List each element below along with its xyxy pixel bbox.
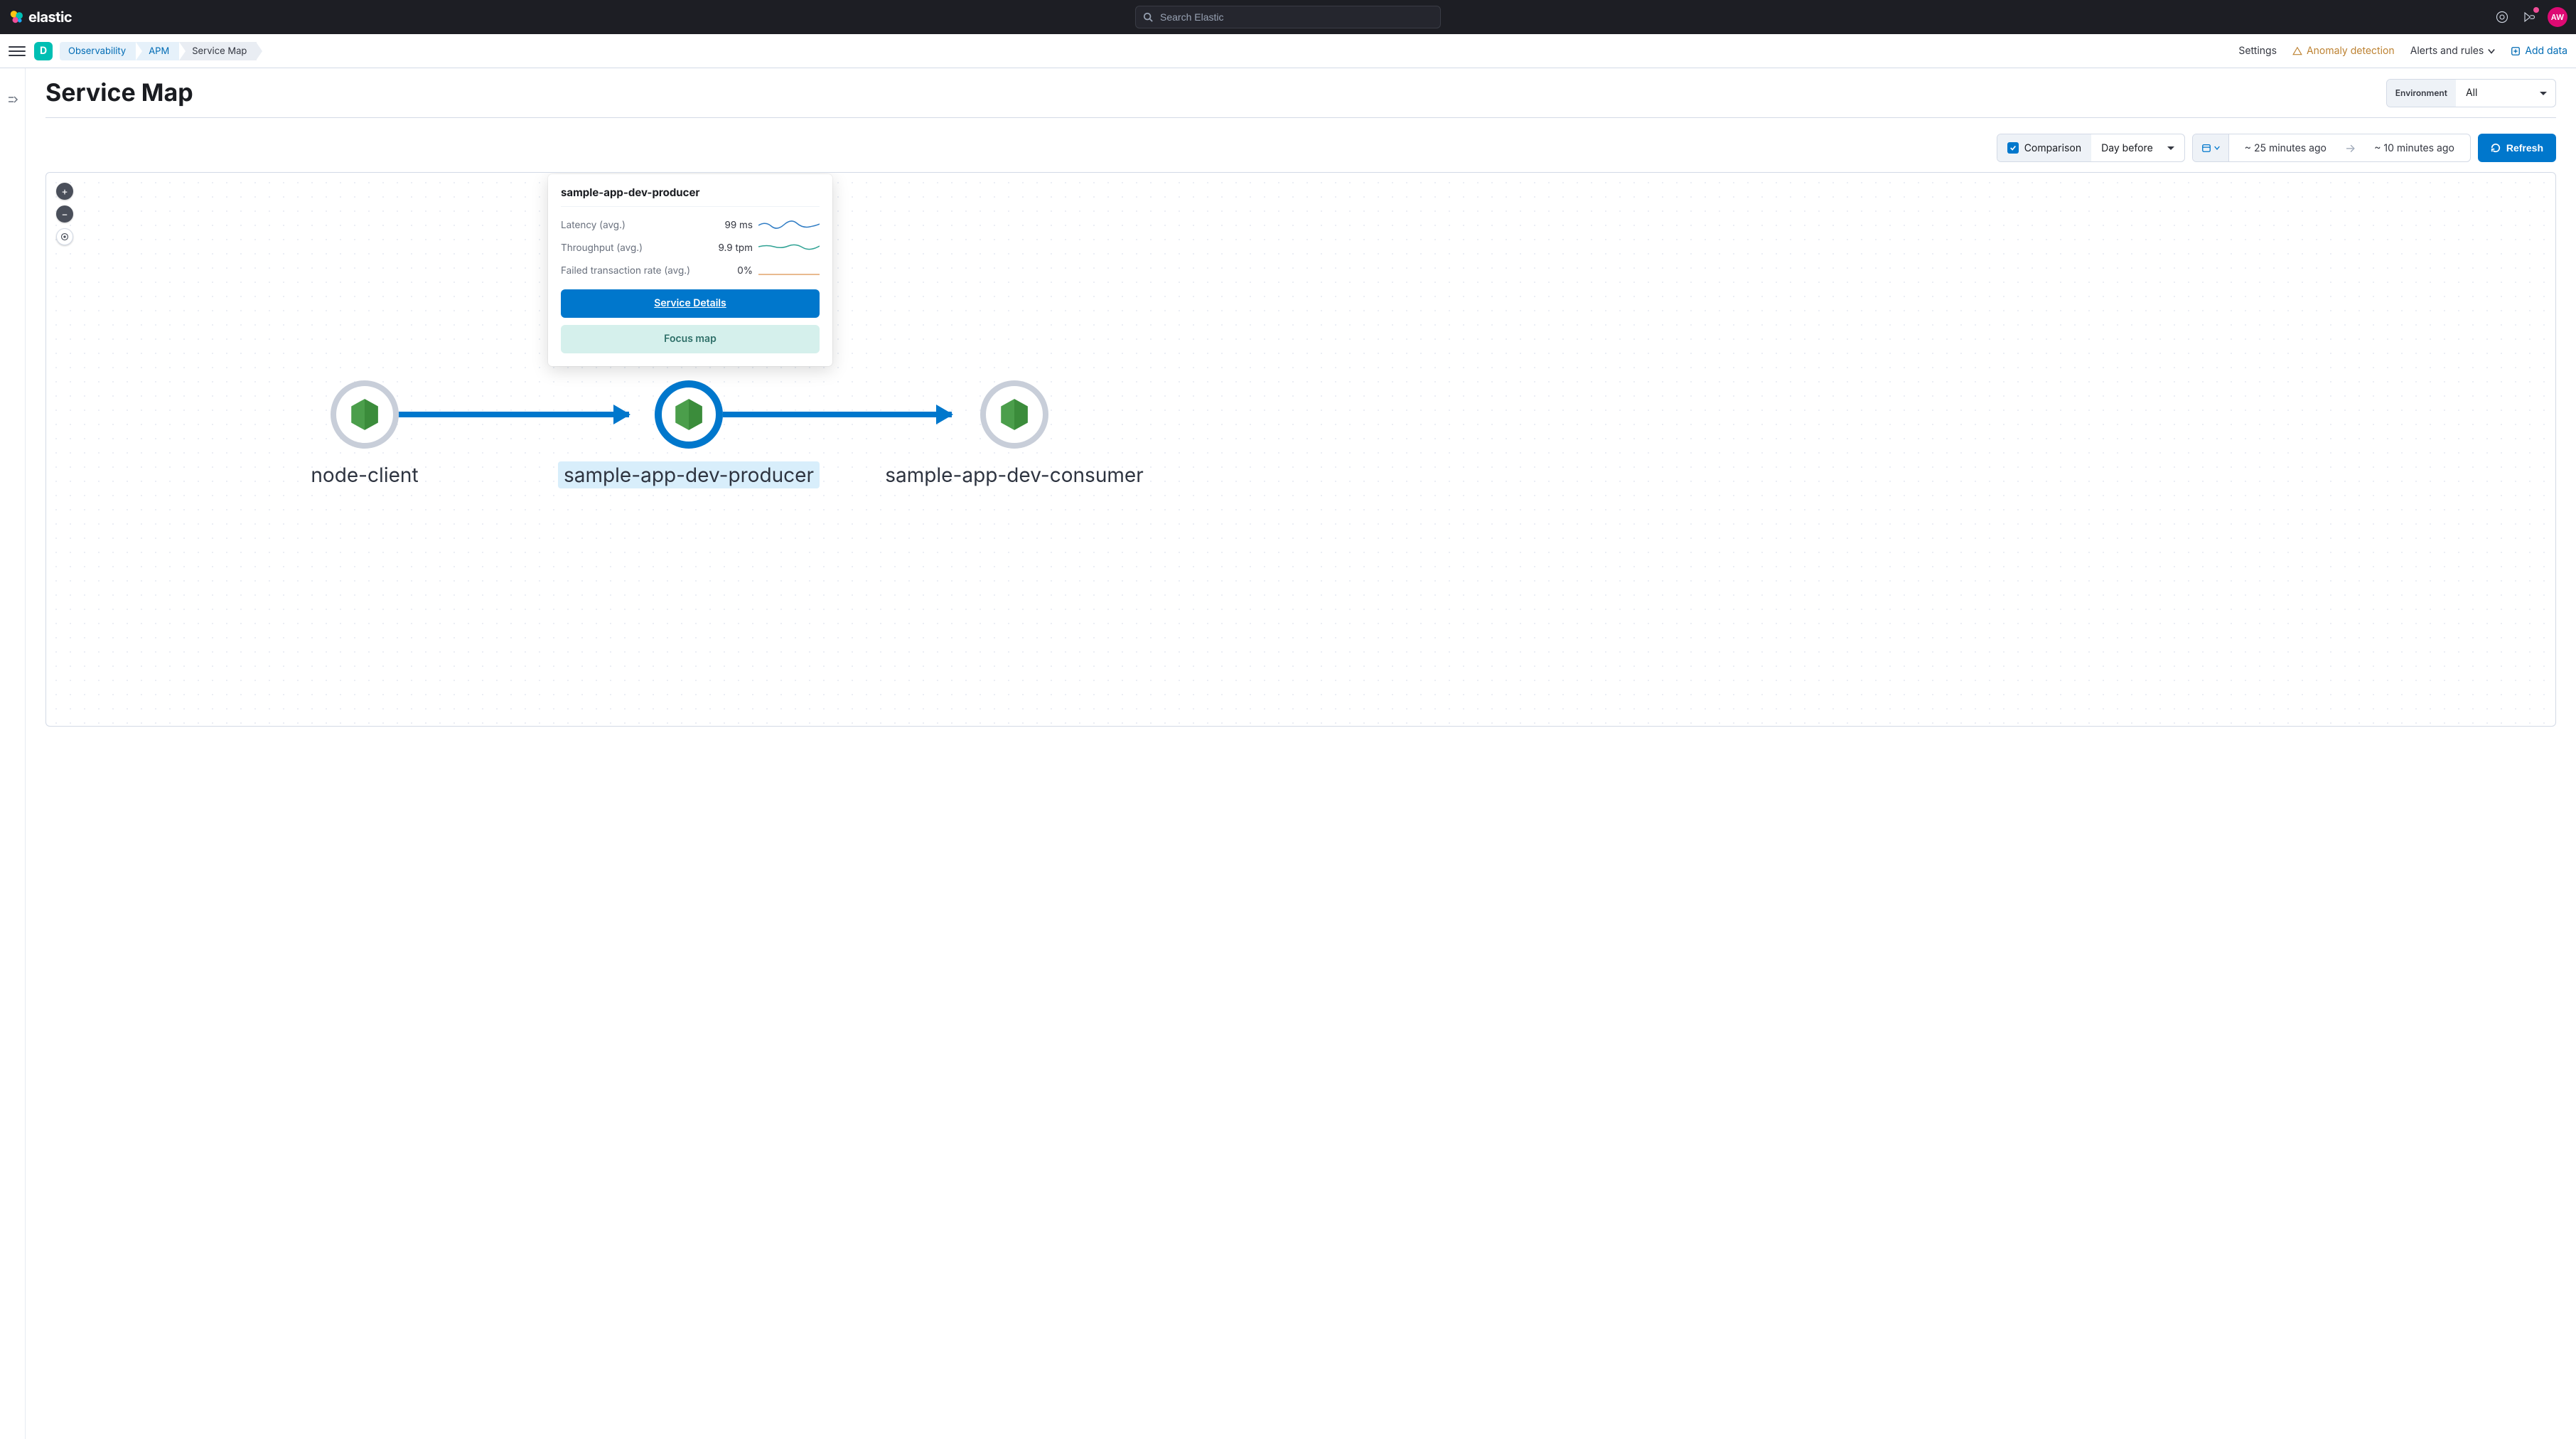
add-data-icon	[2511, 46, 2521, 56]
metric-value: 9.9 tpm	[718, 242, 753, 254]
header-right: AW	[2494, 7, 2567, 27]
comparison-control: Comparison Day before	[1997, 134, 2185, 162]
sparkline-icon	[758, 265, 820, 277]
range-from: ~ 25 minutes ago	[2229, 142, 2342, 154]
metric-failrate: Failed transaction rate (avg.) 0%	[561, 260, 820, 282]
user-avatar[interactable]: AW	[2548, 7, 2567, 27]
checkbox-icon	[2007, 142, 2019, 154]
search-icon	[1143, 12, 1153, 22]
warning-icon	[2292, 46, 2302, 56]
comparison-checkbox[interactable]: Comparison	[1997, 134, 2091, 161]
service-graph: node-client sample-app-dev-producer	[46, 173, 2555, 726]
comparison-select-value: Day before	[2101, 142, 2153, 154]
metric-label: Latency (avg.)	[561, 220, 626, 231]
secondary-right: Settings Anomaly detection Alerts and ru…	[2238, 45, 2567, 57]
page-title: Service Map	[45, 78, 193, 107]
anomaly-label: Anomaly detection	[2307, 45, 2395, 57]
brand-text: elastic	[28, 9, 72, 26]
service-map-canvas[interactable]: + − node-client	[45, 172, 2556, 727]
breadcrumb-apm[interactable]: APM	[136, 42, 179, 60]
environment-label: Environment	[2387, 80, 2456, 107]
expand-sidebar-icon[interactable]	[7, 94, 18, 1439]
date-picker[interactable]: ~ 25 minutes ago → ~ 10 minutes ago	[2192, 134, 2471, 162]
toolbar: Comparison Day before ~ 25 minutes ago →…	[45, 134, 2556, 162]
metric-label: Throughput (avg.)	[561, 242, 643, 254]
alerts-label: Alerts and rules	[2410, 45, 2484, 57]
service-node-consumer[interactable]	[980, 380, 1048, 449]
metric-value: 99 ms	[725, 220, 753, 231]
secondary-header: D Observability APM Service Map Settings…	[0, 34, 2576, 68]
global-search-input[interactable]	[1159, 11, 1433, 23]
brand-logo[interactable]: elastic	[9, 9, 72, 26]
page-content: Service Map Environment All Comparison D…	[26, 68, 2576, 1439]
refresh-icon	[2491, 143, 2501, 153]
service-popover: sample-app-dev-producer Latency (avg.) 9…	[548, 174, 832, 366]
service-node-node-client[interactable]	[331, 380, 399, 449]
breadcrumb-observability[interactable]: Observability	[60, 42, 136, 60]
popover-title: sample-app-dev-producer	[561, 186, 820, 207]
breadcrumbs: Observability APM Service Map	[60, 42, 257, 60]
breadcrumb-current: Service Map	[179, 42, 257, 60]
chevron-down-icon	[2488, 48, 2495, 55]
service-label-producer: sample-app-dev-producer	[558, 461, 820, 488]
metric-value: 0%	[737, 265, 753, 277]
service-label-consumer: sample-app-dev-consumer	[885, 463, 1144, 487]
metric-latency: Latency (avg.) 99 ms	[561, 214, 820, 237]
newsfeed-icon[interactable]	[2521, 9, 2538, 26]
service-details-button[interactable]: Service Details	[561, 289, 820, 318]
global-header: elastic AW	[0, 0, 2576, 34]
environment-value: All	[2456, 80, 2555, 107]
help-icon[interactable]	[2494, 9, 2511, 26]
calendar-button[interactable]	[2193, 134, 2229, 161]
environment-select[interactable]: Environment All	[2386, 79, 2556, 107]
range-arrow-icon: →	[2342, 141, 2358, 155]
calendar-icon	[2201, 143, 2211, 153]
edge-producer-consumer	[717, 412, 952, 417]
alerts-rules-link[interactable]: Alerts and rules	[2410, 45, 2496, 57]
sparkline-icon	[758, 220, 820, 231]
left-rail	[0, 68, 26, 1439]
metric-label: Failed transaction rate (avg.)	[561, 265, 690, 277]
comparison-label: Comparison	[2024, 142, 2081, 154]
global-search[interactable]	[1135, 6, 1441, 28]
settings-link[interactable]: Settings	[2238, 45, 2277, 57]
chevron-down-icon	[2214, 145, 2220, 151]
add-data-link[interactable]: Add data	[2511, 45, 2567, 57]
refresh-button[interactable]: Refresh	[2478, 134, 2556, 162]
elastic-logo-icon	[9, 9, 24, 25]
service-label-node-client: node-client	[311, 463, 418, 487]
comparison-select[interactable]: Day before	[2091, 134, 2184, 161]
space-badge[interactable]: D	[34, 42, 53, 60]
sparkline-icon	[758, 242, 820, 254]
anomaly-detection-link[interactable]: Anomaly detection	[2292, 45, 2395, 57]
page-body: Service Map Environment All Comparison D…	[0, 68, 2576, 1439]
nav-toggle-icon[interactable]	[9, 43, 26, 60]
add-data-label: Add data	[2525, 45, 2567, 57]
service-node-producer[interactable]	[655, 380, 723, 449]
range-to: ~ 10 minutes ago	[2358, 142, 2470, 154]
page-header: Service Map Environment All	[45, 78, 2556, 118]
refresh-label: Refresh	[2506, 142, 2543, 154]
metric-throughput: Throughput (avg.) 9.9 tpm	[561, 237, 820, 260]
focus-map-button[interactable]: Focus map	[561, 325, 820, 353]
edge-client-producer	[395, 412, 629, 417]
